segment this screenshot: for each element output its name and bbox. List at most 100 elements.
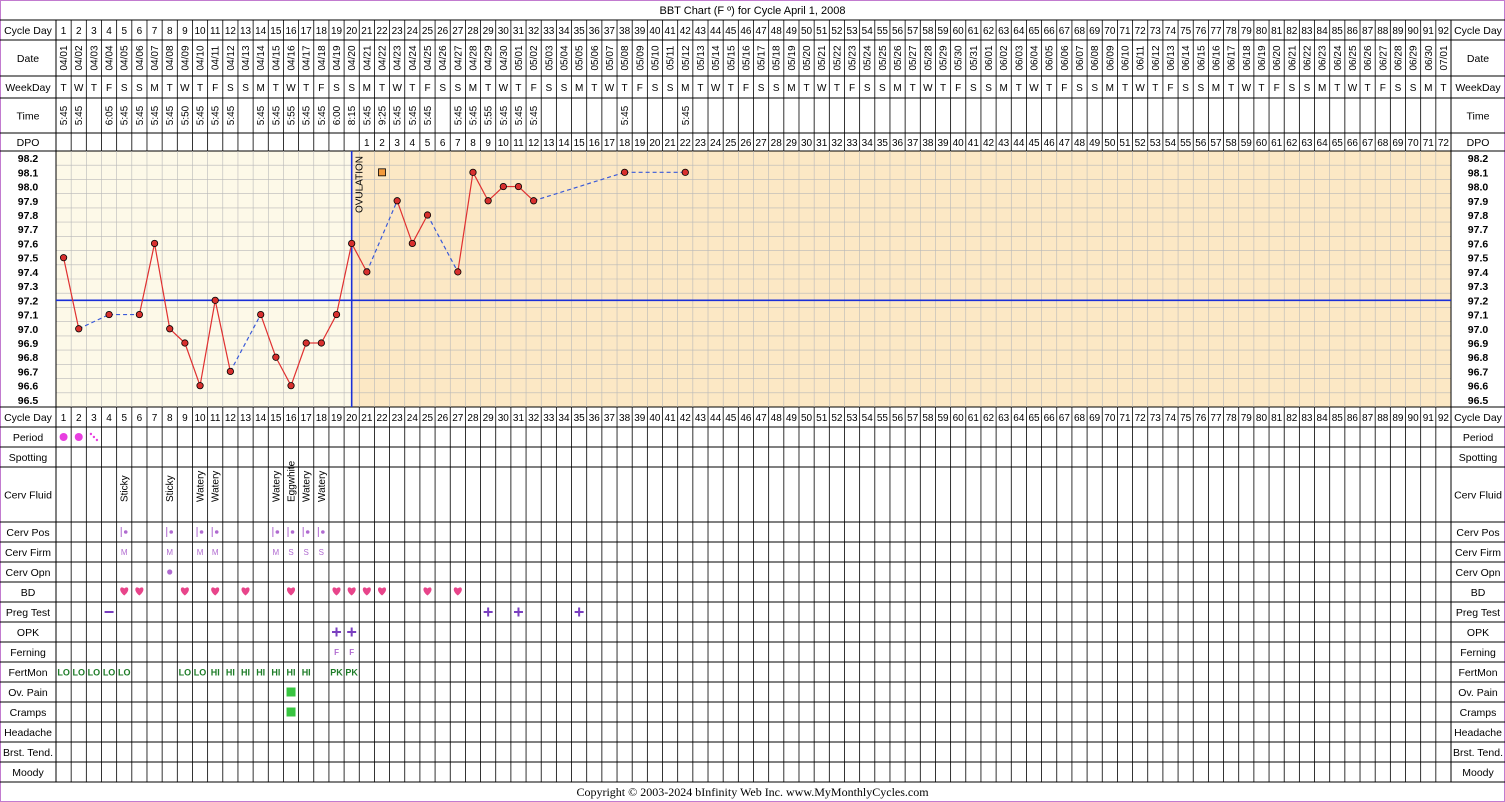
time-label: 5:45 — [620, 105, 631, 125]
cycle-day-number-bottom: 29 — [483, 413, 495, 424]
weekday-label: F — [212, 83, 218, 94]
cycle-day-number: 58 — [922, 26, 934, 37]
temp-point — [166, 325, 174, 333]
cycle-day-number-bottom: 8 — [167, 413, 173, 424]
dpo-label: 48 — [1074, 138, 1086, 149]
dpo-label: 52 — [1135, 138, 1147, 149]
time-label: 5:45 — [408, 105, 419, 125]
period-dot — [59, 433, 68, 441]
cycle-day-number-bottom: 51 — [816, 413, 828, 424]
weekday-label: T — [1152, 83, 1158, 94]
row-label-right-cycle-day: Cycle Day — [1454, 412, 1503, 424]
cycle-day-number-bottom: 13 — [240, 413, 252, 424]
cycle-day-number: 91 — [1423, 26, 1435, 37]
weekday-label: S — [1182, 83, 1189, 94]
cycle-day-number: 55 — [877, 26, 889, 37]
cerv-fluid-label: Watery — [196, 471, 207, 502]
dpo-label: 8 — [470, 138, 476, 149]
weekday-label: T — [1016, 83, 1022, 94]
cycle-day-number: 51 — [816, 26, 828, 37]
temp-point — [287, 382, 295, 390]
date-label: 04/28 — [468, 45, 479, 70]
weekday-label: S — [652, 83, 659, 94]
weekday-label: M — [575, 83, 583, 94]
cycle-day-number: 32 — [528, 26, 540, 37]
weekday-label: M — [1000, 83, 1008, 94]
dpo-label: 50 — [1104, 138, 1116, 149]
dpo-label: 31 — [816, 138, 828, 149]
temp-point — [621, 168, 629, 176]
row-label-spotting: Spotting — [9, 452, 48, 464]
dpo-label: 9 — [485, 138, 491, 149]
cycle-day-number: 79 — [1241, 26, 1253, 37]
temp-point — [499, 182, 507, 191]
date-label: 05/29 — [939, 45, 950, 70]
cycle-day-number-bottom: 56 — [892, 413, 904, 424]
cycle-day-number: 83 — [1301, 26, 1313, 37]
time-label: 5:45 — [514, 105, 525, 125]
cycle-day-number-bottom: 59 — [937, 413, 949, 424]
cycle-day-number-bottom: 12 — [225, 413, 237, 424]
weekday-label: S — [439, 83, 446, 94]
cycle-day-number-bottom: 4 — [106, 413, 112, 424]
temp-point — [75, 325, 83, 333]
weekday-label: F — [1061, 83, 1067, 94]
dpo-label: 54 — [1165, 138, 1177, 149]
dpo-label: 55 — [1180, 138, 1192, 149]
cycle-day-number-bottom: 71 — [1119, 413, 1131, 424]
dpo-label: 3 — [394, 138, 400, 149]
cycle-day-number: 60 — [953, 26, 965, 37]
cycle-day-number-bottom: 44 — [710, 413, 722, 424]
cycle-day-number: 89 — [1392, 26, 1404, 37]
y-tick-label: 97.2 — [18, 295, 39, 307]
temp-point — [317, 339, 325, 347]
time-label: 5:45 — [74, 105, 85, 125]
time-label: 5:45 — [529, 105, 540, 125]
time-label: 5:45 — [499, 105, 510, 125]
weekday-label: S — [970, 83, 977, 94]
date-label: 04/24 — [408, 45, 419, 70]
fertmon-label: HI — [287, 668, 296, 678]
y-tick-label: 97.9 — [18, 196, 39, 208]
row-label-cerv-opn: Cerv Opn — [6, 567, 51, 579]
time-label: 5:45 — [468, 105, 479, 125]
dpo-label: 13 — [543, 138, 555, 149]
weekday-label: F — [743, 83, 749, 94]
cycle-day-number: 69 — [1089, 26, 1101, 37]
row-label-right-date: Date — [1467, 53, 1489, 65]
cerv-fluid-label: Eggwhite — [287, 460, 298, 502]
temp-point — [514, 182, 523, 191]
weekday-label: M — [1106, 83, 1114, 94]
weekday-label: T — [1440, 83, 1446, 94]
weekday-label: S — [333, 83, 340, 94]
weekday-label: W — [923, 83, 933, 94]
temp-point — [59, 254, 68, 262]
temp-point — [363, 268, 371, 276]
cycle-day-number: 66 — [1044, 26, 1056, 37]
cerv-pos-dot — [321, 530, 325, 534]
cycle-day-number-bottom: 76 — [1195, 413, 1207, 424]
date-label: 06/16 — [1211, 45, 1222, 70]
dpo-label: 12 — [528, 138, 540, 149]
weekday-label: S — [561, 83, 568, 94]
cycle-day-number: 45 — [725, 26, 737, 37]
date-label: 04/29 — [484, 45, 495, 70]
temp-point — [423, 211, 432, 219]
cycle-day-number-bottom: 70 — [1104, 413, 1116, 424]
date-label: 05/24 — [863, 45, 874, 70]
cycle-day-number-bottom: 22 — [376, 413, 388, 424]
date-label: 06/04 — [1030, 45, 1041, 70]
dpo-label: 14 — [558, 138, 570, 149]
cycle-day-number: 29 — [483, 26, 495, 37]
cycle-day-number: 65 — [1028, 26, 1040, 37]
dpo-label: 63 — [1301, 138, 1313, 149]
y-tick-label: 97.0 — [18, 324, 39, 336]
weekday-label: T — [409, 83, 415, 94]
cycle-day-number-bottom: 55 — [877, 413, 889, 424]
cycle-day-number-bottom: 10 — [194, 413, 206, 424]
date-label: 04/03 — [89, 45, 100, 70]
cycle-day-number-bottom: 38 — [619, 413, 631, 424]
cycle-day-number: 9 — [182, 26, 188, 37]
temp-point — [454, 268, 462, 276]
spotting-dot — [95, 438, 99, 442]
